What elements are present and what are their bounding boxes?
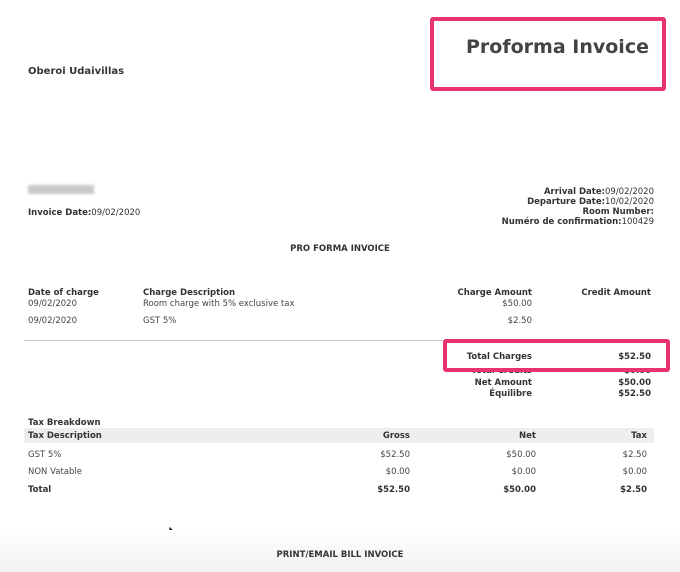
total-charges-value: $52.50 [618, 352, 651, 362]
hotel-name: Oberoi Udaivillas [28, 66, 125, 77]
balance-label: Équilibre [489, 389, 532, 399]
charge-description: GST 5% [143, 316, 177, 326]
tax-col-description: Tax Description [28, 431, 102, 441]
section-title: PRO FORMA INVOICE [290, 244, 390, 254]
col-header-amount: Charge Amount [457, 288, 532, 298]
tax-net: $0.00 [511, 467, 536, 477]
col-header-credit: Credit Amount [581, 288, 651, 298]
invoice-date-value: 09/02/2020 [91, 208, 141, 218]
tax-breakdown-title: Tax Breakdown [28, 418, 101, 428]
title-highlight-box [430, 17, 666, 91]
departure-label: Departure Date: [527, 197, 605, 207]
invoice-date-label: Invoice Date: [28, 208, 92, 218]
redacted-guest-name [28, 185, 94, 194]
tax-col-tax: Tax [631, 431, 647, 441]
arrival-value: 09/02/2020 [605, 187, 654, 197]
room-number: Room Number: [502, 207, 654, 217]
charge-amount: $50.00 [502, 299, 532, 309]
tax-amount: $0.00 [622, 467, 647, 477]
tax-net: $50.00 [503, 485, 536, 495]
tax-col-gross: Gross [382, 431, 410, 441]
stay-info: Arrival Date:09/02/2020 Departure Date:1… [502, 187, 654, 227]
tax-total-label: Total [28, 485, 52, 495]
confirmation-value: 100429 [621, 217, 654, 227]
print-email-bill-button[interactable]: PRINT/EMAIL BILL INVOICE [0, 550, 680, 560]
departure-value: 10/02/2020 [605, 197, 654, 207]
confirmation-number: Numéro de confirmation:100429 [502, 217, 654, 227]
total-charges-label: Total Charges [466, 352, 532, 362]
tax-net: $50.00 [506, 450, 536, 460]
charge-amount: $2.50 [507, 316, 532, 326]
tax-amount: $2.50 [622, 450, 647, 460]
tax-description: GST 5% [28, 450, 62, 460]
tax-gross: $0.00 [385, 467, 410, 477]
tax-col-net: Net [519, 431, 536, 441]
confirmation-label: Numéro de confirmation: [501, 217, 622, 227]
tax-gross: $52.50 [377, 485, 410, 495]
tax-gross: $52.50 [380, 450, 410, 460]
charge-date: 09/02/2020 [28, 316, 77, 326]
tax-description: NON Vatable [28, 467, 83, 477]
arrival-label: Arrival Date: [543, 187, 605, 197]
col-header-description: Charge Description [143, 288, 236, 298]
tax-amount: $2.50 [620, 485, 647, 495]
net-amount-label: Net Amount [474, 378, 532, 388]
arrival-date: Arrival Date:09/02/2020 [502, 187, 654, 197]
invoice-date: Invoice Date:09/02/2020 [28, 208, 140, 218]
col-header-date: Date of charge [28, 288, 99, 298]
net-amount-value: $50.00 [618, 378, 651, 388]
charge-description: Room charge with 5% exclusive tax [143, 299, 295, 309]
balance-value: $52.50 [618, 389, 651, 399]
departure-date: Departure Date:10/02/2020 [502, 197, 654, 207]
room-label: Room Number: [582, 207, 654, 217]
charge-date: 09/02/2020 [28, 299, 77, 309]
